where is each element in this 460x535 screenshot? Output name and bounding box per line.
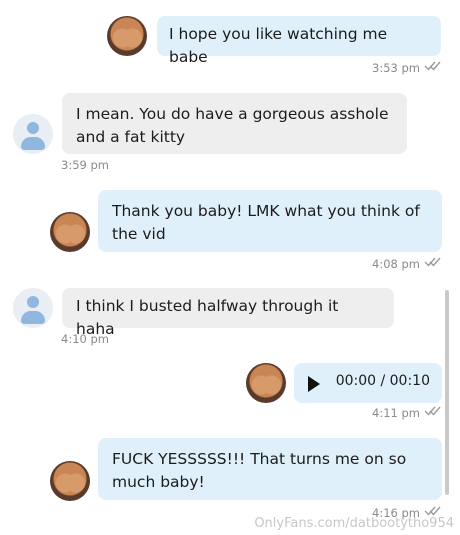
audio-duration: 00:00 / 00:10 xyxy=(335,373,430,389)
message-time: 4:08 pm xyxy=(372,257,420,271)
message-text: I mean. You do have a gorgeous asshole a… xyxy=(76,105,389,146)
watermark: OnlyFans.com/datbootytho954 xyxy=(254,516,454,531)
message-bubble-sent: Thank you baby! LMK what you think of th… xyxy=(98,190,442,252)
scrollbar[interactable] xyxy=(445,290,449,495)
message-text: I think I busted halfway through it haha xyxy=(76,297,339,338)
message-text: Thank you baby! LMK what you think of th… xyxy=(112,202,420,243)
message-text: FUCK YESSSSS!!! That turns me on so much… xyxy=(112,450,407,491)
receiver-avatar[interactable] xyxy=(13,114,53,154)
message-bubble-received: I think I busted halfway through it haha xyxy=(62,288,394,338)
sender-avatar[interactable] xyxy=(50,212,90,252)
message-time: 4:11 pm xyxy=(372,406,420,420)
message-bubble-sent: FUCK YESSSSS!!! That turns me on so much… xyxy=(98,438,442,500)
message-time: 3:53 pm xyxy=(372,61,420,75)
user-avatar-icon xyxy=(27,122,39,134)
play-icon[interactable] xyxy=(308,376,320,392)
audio-message[interactable]: 00:00 / 00:10 xyxy=(294,363,442,403)
message-bubble-sent: I hope you like watching me babe xyxy=(157,16,441,66)
sender-avatar[interactable] xyxy=(50,461,90,501)
double-check-icon xyxy=(424,257,441,267)
message-time: 3:59 pm xyxy=(61,158,109,172)
message-bubble-received: I mean. You do have a gorgeous asshole a… xyxy=(62,93,407,154)
message-text: I hope you like watching me babe xyxy=(169,25,388,66)
sender-avatar[interactable] xyxy=(107,16,147,56)
double-check-icon xyxy=(424,61,441,71)
double-check-icon xyxy=(424,406,441,416)
message-time: 4:10 pm xyxy=(61,332,109,346)
user-avatar-icon xyxy=(27,296,39,308)
sender-avatar[interactable] xyxy=(246,363,286,403)
receiver-avatar[interactable] xyxy=(13,288,53,328)
